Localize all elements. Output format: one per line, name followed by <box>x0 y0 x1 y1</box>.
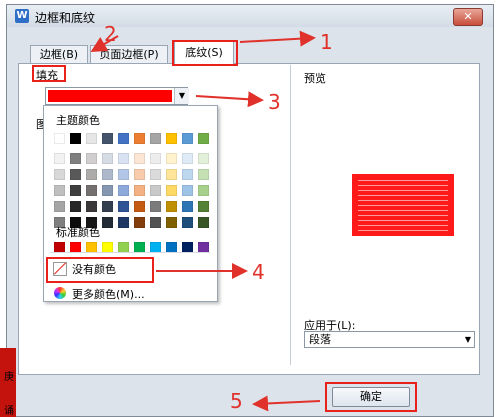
annotation-arrows <box>90 30 321 412</box>
annotation-number: 3 <box>268 90 281 114</box>
annotation-number: 4 <box>252 260 265 284</box>
annotation-number: 2 <box>104 22 117 46</box>
annotation-number: 1 <box>320 30 333 54</box>
annotation-number: 5 <box>230 389 243 413</box>
